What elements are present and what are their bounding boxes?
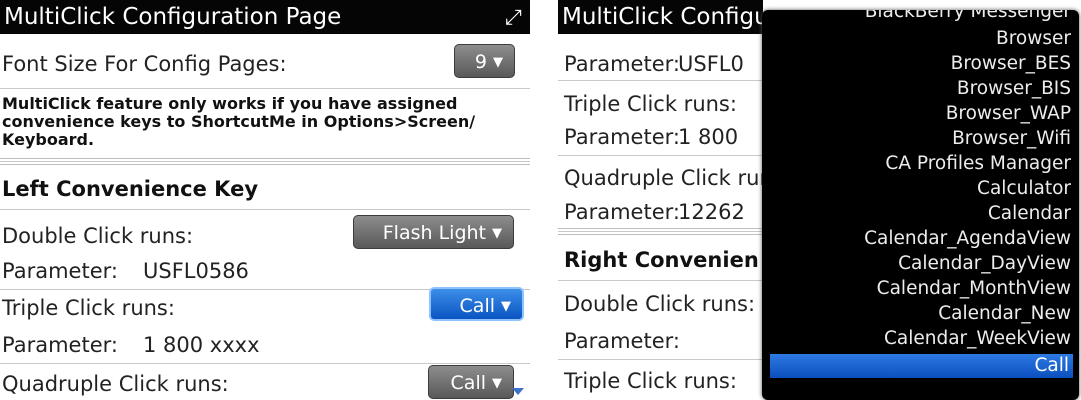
parameter-value[interactable]: 12262 bbox=[678, 200, 745, 224]
double-click-dropdown[interactable]: Flash Light ▼ bbox=[353, 215, 514, 249]
parameter-label: Parameter: bbox=[564, 329, 680, 353]
divider bbox=[558, 280, 768, 281]
parameter-label: Parameter: bbox=[564, 52, 680, 76]
section-heading-left-key: Left Convenience Key bbox=[2, 177, 259, 201]
font-size-dropdown[interactable]: 9 ▼ bbox=[454, 44, 515, 78]
triple-click-label: Triple Click runs: bbox=[564, 92, 737, 116]
quadruple-click-label: Quadruple Click runs: bbox=[2, 372, 229, 396]
chevron-down-icon: ▼ bbox=[493, 55, 503, 70]
triple-click-label: Triple Click runs: bbox=[564, 369, 737, 393]
quadruple-click-dropdown[interactable]: Call ▼ bbox=[428, 365, 514, 399]
parameter-label: Parameter: bbox=[2, 259, 118, 283]
notice-text: MultiClick feature only works if you hav… bbox=[2, 94, 476, 149]
divider bbox=[558, 155, 768, 156]
expand-arrow-icon[interactable]: ⤢ bbox=[505, 0, 522, 34]
parameter-value[interactable]: 1 800 xxxx bbox=[143, 333, 260, 357]
chevron-down-icon: ▼ bbox=[501, 299, 511, 314]
dropdown-item[interactable]: Browser_BES bbox=[951, 53, 1071, 74]
dropdown-item[interactable]: Calendar_AgendaView bbox=[864, 228, 1071, 249]
dropdown-list[interactable]: BlackBerry Messenger Browser Browser_BES… bbox=[762, 10, 1079, 400]
section-divider bbox=[0, 158, 530, 165]
page-title: MultiClick Configu bbox=[562, 4, 763, 30]
divider bbox=[0, 88, 530, 89]
dropdown-item[interactable]: BlackBerry Messenger bbox=[865, 10, 1071, 22]
section-divider bbox=[558, 228, 768, 235]
font-size-label: Font Size For Config Pages: bbox=[2, 52, 287, 76]
parameter-value[interactable]: USFL0 bbox=[678, 52, 744, 76]
dropdown-item[interactable]: Calculator bbox=[977, 178, 1071, 199]
double-click-label: Double Click runs: bbox=[2, 224, 194, 248]
quadruple-click-label: Quadruple Click run bbox=[564, 166, 773, 190]
divider bbox=[558, 359, 768, 360]
dropdown-item[interactable]: Calendar bbox=[988, 203, 1071, 224]
dropdown-item[interactable]: Browser_WAP bbox=[946, 103, 1071, 124]
dropdown-item[interactable]: Browser_BIS bbox=[957, 78, 1071, 99]
font-size-value: 9 bbox=[474, 51, 487, 73]
title-bar: MultiClick Configu bbox=[558, 0, 763, 34]
dropdown-item[interactable]: Calendar_MonthView bbox=[877, 278, 1071, 299]
section-heading-right-key: Right Convenien bbox=[564, 248, 759, 272]
parameter-label: Parameter: bbox=[2, 333, 118, 357]
dropdown-item-selected[interactable]: Call bbox=[770, 354, 1073, 378]
dropdown-item[interactable]: Browser bbox=[996, 28, 1071, 49]
selected-item-label: Call bbox=[1034, 355, 1069, 376]
double-click-value: Flash Light bbox=[382, 222, 486, 244]
parameter-value[interactable]: USFL0586 bbox=[143, 259, 249, 283]
triple-click-value: Call bbox=[459, 295, 495, 317]
divider bbox=[558, 80, 768, 81]
dropdown-item[interactable]: Calendar_WeekView bbox=[884, 328, 1071, 349]
divider bbox=[0, 363, 530, 364]
divider bbox=[0, 209, 530, 210]
chevron-down-icon: ▼ bbox=[492, 226, 502, 241]
dropdown-item[interactable]: Calendar_New bbox=[938, 303, 1071, 324]
dropdown-item[interactable]: Browser_Wifi bbox=[952, 128, 1071, 149]
parameter-label: Parameter: bbox=[564, 200, 680, 224]
chevron-down-icon: ▼ bbox=[492, 376, 502, 391]
quadruple-click-value: Call bbox=[450, 372, 486, 394]
double-click-label: Double Click runs: bbox=[564, 292, 756, 316]
dropdown-item[interactable]: CA Profiles Manager bbox=[885, 153, 1071, 174]
triple-click-dropdown[interactable]: Call ▼ bbox=[429, 287, 524, 321]
page-title: MultiClick Configuration Page bbox=[4, 4, 342, 30]
title-bar: MultiClick Configuration Page ⤢ bbox=[0, 0, 530, 34]
left-screen: MultiClick Configuration Page ⤢ Font Siz… bbox=[0, 0, 530, 400]
dropdown-item[interactable]: Calendar_DayView bbox=[898, 253, 1071, 274]
scroll-down-indicator-icon bbox=[512, 388, 524, 395]
parameter-value[interactable]: 1 800 bbox=[678, 125, 738, 149]
triple-click-label: Triple Click runs: bbox=[2, 296, 175, 320]
parameter-label: Parameter: bbox=[564, 125, 680, 149]
